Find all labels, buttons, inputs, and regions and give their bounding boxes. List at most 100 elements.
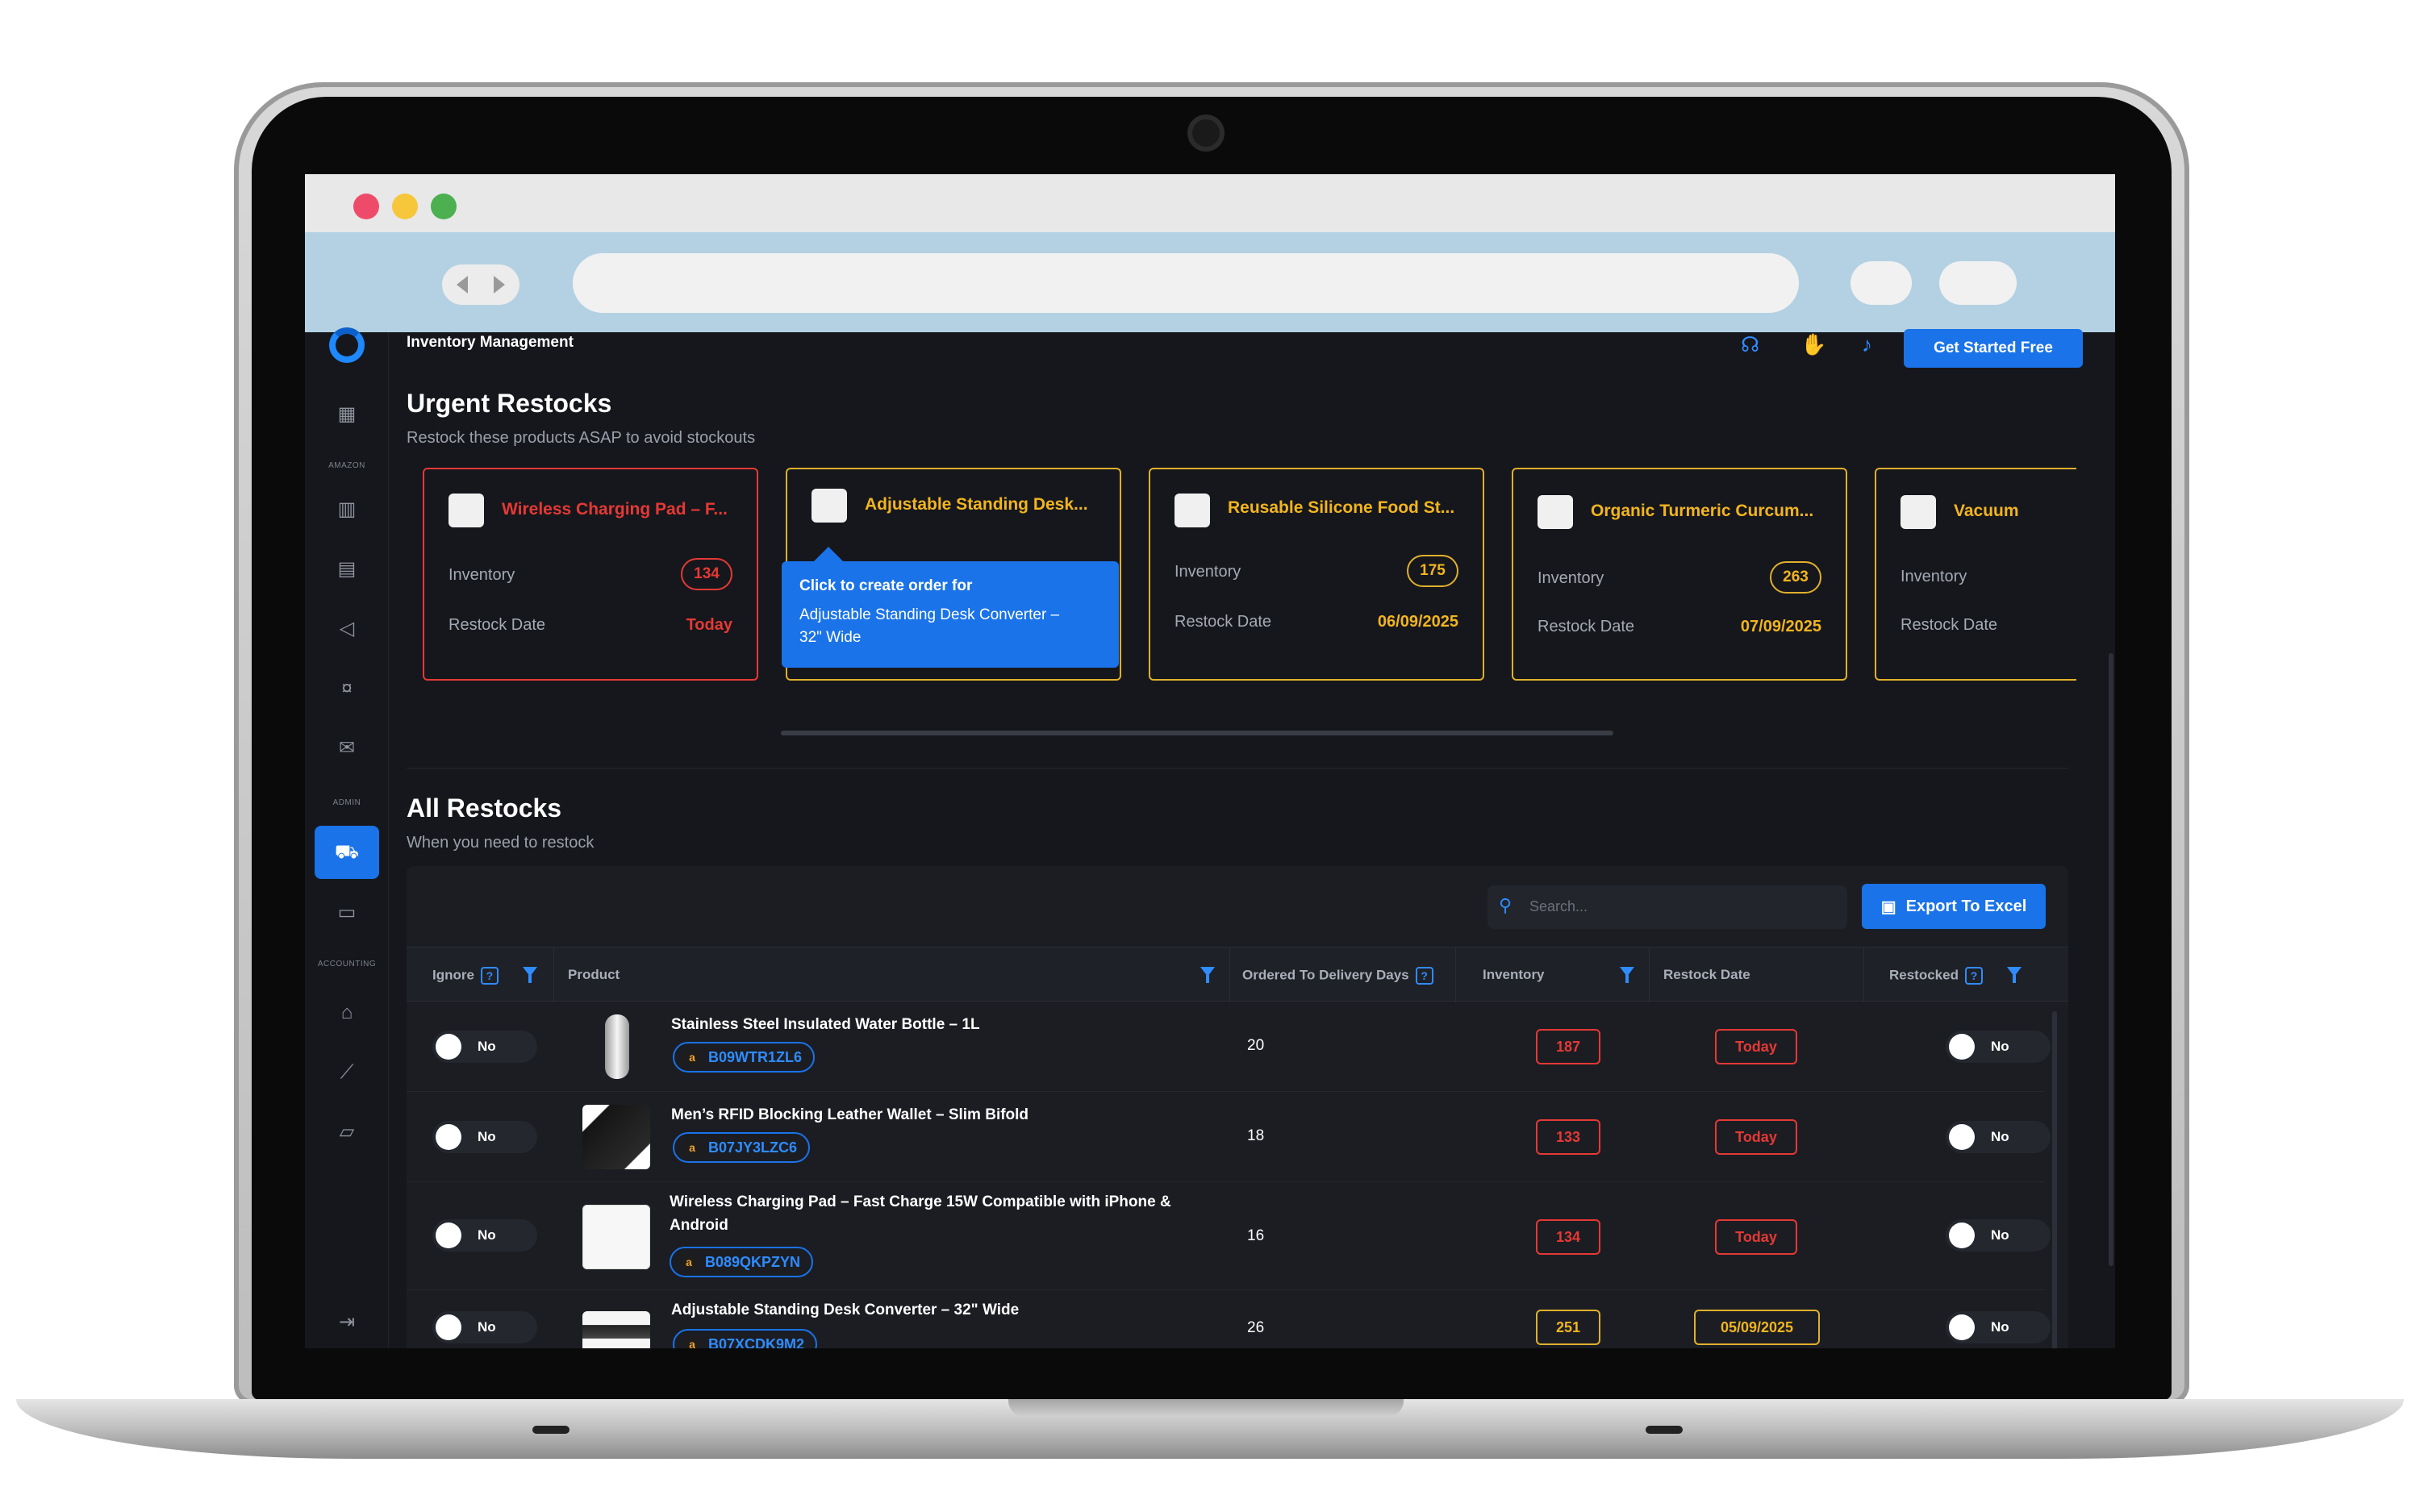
delivery-days: 16 [1247, 1227, 1265, 1244]
help-icon[interactable]: ? [1964, 967, 1983, 985]
restocked-toggle[interactable]: No [1946, 1031, 2051, 1063]
inventory-badge: 187 [1536, 1029, 1600, 1064]
folder-icon[interactable]: ▱ [334, 1119, 360, 1145]
filter-icon[interactable] [2007, 967, 2022, 983]
column-inventory[interactable]: Inventory [1483, 967, 1545, 983]
amazon-icon: a [681, 1254, 697, 1270]
headset-icon[interactable]: ☊ [1741, 332, 1759, 357]
home-icon[interactable]: ⌂ [334, 1000, 360, 1026]
toggle-label: No [478, 1129, 496, 1144]
restocked-toggle[interactable]: No [1946, 1219, 2051, 1252]
restock-date-label: Restock Date [1175, 613, 1272, 631]
address-bar[interactable] [573, 253, 1799, 313]
urgent-subtitle: Restock these products ASAP to avoid sto… [407, 429, 756, 447]
megaphone-icon[interactable]: ◁ [334, 616, 360, 642]
restocked-toggle[interactable]: No [1946, 1311, 2051, 1343]
maximize-window-button[interactable] [431, 194, 457, 219]
column-delivery-days[interactable]: Ordered To Delivery Days? [1242, 967, 1433, 985]
mail-icon[interactable]: ✉ [334, 735, 360, 761]
asin-link[interactable]: a B09WTR1ZL6 [673, 1042, 816, 1073]
restock-date-badge: 05/09/2025 [1694, 1310, 1820, 1345]
line-chart-icon[interactable]: ⟋ [334, 1060, 360, 1085]
forward-arrow-icon[interactable] [494, 276, 505, 294]
currency-icon[interactable]: ¤ [334, 676, 360, 702]
laptop-notch [1008, 1399, 1404, 1417]
tooltip-product-line: Adjustable Standing Desk Converter – [799, 606, 1060, 623]
product-image [582, 1105, 650, 1169]
asin-link[interactable]: a B07XCDK9M2 [673, 1329, 818, 1348]
product-name[interactable]: Adjustable Standing Desk Converter – 32"… [671, 1298, 1220, 1322]
dashboard-icon[interactable]: ▦ [334, 402, 360, 427]
calendar-icon[interactable]: ▤ [334, 556, 360, 582]
table-row[interactable]: No Men’s RFID Blocking Leather Wallet – … [407, 1092, 2051, 1182]
ignore-toggle[interactable]: No [432, 1031, 537, 1063]
toggle-label: No [478, 1227, 496, 1243]
product-thumbnail [449, 494, 484, 527]
product-image [605, 1014, 629, 1079]
help-icon[interactable]: ? [1415, 967, 1433, 985]
inventory-label: Inventory [1538, 569, 1604, 587]
create-order-tooltip[interactable]: Click to create order for Adjustable Sta… [782, 547, 1119, 668]
search-input[interactable]: ⚲ Search... [1487, 885, 1847, 929]
asin-link[interactable]: a B07JY3LZC6 [673, 1132, 811, 1163]
toggle-knob [436, 1314, 461, 1340]
urgent-card[interactable]: Organic Turmeric Curcum... Inventory 263… [1512, 468, 1847, 681]
toggle-label: No [1991, 1227, 2009, 1243]
bar-chart-icon[interactable]: ▥ [334, 497, 360, 523]
product-name[interactable]: Stainless Steel Insulated Water Bottle –… [671, 1013, 1220, 1036]
asin-link[interactable]: a B089QKPZYN [670, 1247, 814, 1277]
bell-icon[interactable]: ♪ [1862, 332, 1872, 357]
ignore-toggle[interactable]: No [432, 1121, 537, 1153]
product-name[interactable]: Wireless Charging Pad – Fast Charge 15W … [670, 1190, 1218, 1237]
app-logo[interactable] [329, 327, 365, 363]
wave-hand-icon[interactable]: ✋ [1800, 332, 1826, 357]
asin-code: B07JY3LZC6 [708, 1139, 798, 1156]
browser-toolbar [305, 232, 2115, 332]
ignore-toggle[interactable]: No [432, 1219, 537, 1252]
toggle-label: No [1991, 1319, 2009, 1335]
sidebar-section-amazon: AMAZON [328, 461, 365, 470]
minimize-window-button[interactable] [392, 194, 418, 219]
nav-arrows[interactable] [442, 264, 519, 305]
column-restocked[interactable]: Restocked? [1889, 967, 1983, 985]
document-icon[interactable]: ▭ [334, 900, 360, 926]
close-window-button[interactable] [353, 194, 379, 219]
back-arrow-icon[interactable] [457, 276, 468, 294]
filter-icon[interactable] [1200, 967, 1215, 983]
help-icon[interactable]: ? [480, 967, 499, 985]
cards-horizontal-scrollbar[interactable] [781, 731, 1613, 735]
card-product-name: Organic Turmeric Curcum... [1591, 502, 1814, 520]
restock-date-badge: Today [1715, 1029, 1797, 1064]
logout-icon[interactable]: ⇥ [334, 1310, 360, 1335]
urgent-card[interactable]: Wireless Charging Pad – F... Inventory 1… [423, 468, 758, 681]
card-product-name: Reusable Silicone Food St... [1228, 498, 1455, 517]
column-ignore[interactable]: Ignore? [432, 967, 499, 985]
restock-date-value: 07/09/2025 [1740, 618, 1821, 635]
urgent-card[interactable]: Vacuum Inventory Restock Date [1875, 468, 2076, 681]
get-started-button[interactable]: Get Started Free [1904, 329, 2083, 368]
ignore-toggle[interactable]: No [432, 1311, 537, 1343]
inventory-badge: 134 [681, 558, 732, 590]
column-divider [553, 948, 554, 1002]
asin-code: B09WTR1ZL6 [708, 1048, 803, 1065]
table-vertical-scrollbar[interactable] [2052, 1011, 2057, 1348]
filter-icon[interactable] [523, 967, 537, 983]
toggle-knob [436, 1223, 461, 1248]
restocked-toggle[interactable]: No [1946, 1121, 2051, 1153]
product-thumbnail [1901, 495, 1936, 529]
export-excel-button[interactable]: ▣ Export To Excel [1862, 884, 2046, 929]
column-product[interactable]: Product [568, 967, 620, 983]
browser-button[interactable] [1850, 261, 1912, 305]
product-name[interactable]: Men’s RFID Blocking Leather Wallet – Sli… [671, 1103, 1220, 1127]
card-product-name: Wireless Charging Pad – F... [502, 500, 728, 519]
table-row[interactable]: No Stainless Steel Insulated Water Bottl… [407, 1002, 2051, 1092]
table-row[interactable]: No Adjustable Standing Desk Converter – … [407, 1290, 2051, 1348]
sidebar-section-admin: ADMIN [332, 798, 361, 807]
urgent-card[interactable]: Reusable Silicone Food St... Inventory 1… [1149, 468, 1484, 681]
filter-icon[interactable] [1620, 967, 1634, 983]
browser-button[interactable] [1939, 261, 2017, 305]
table-row[interactable]: No Wireless Charging Pad – Fast Charge 1… [407, 1182, 2051, 1290]
column-divider [1649, 948, 1650, 1002]
column-restock-date[interactable]: Restock Date [1663, 967, 1750, 983]
page-vertical-scrollbar[interactable] [2109, 653, 2113, 1266]
